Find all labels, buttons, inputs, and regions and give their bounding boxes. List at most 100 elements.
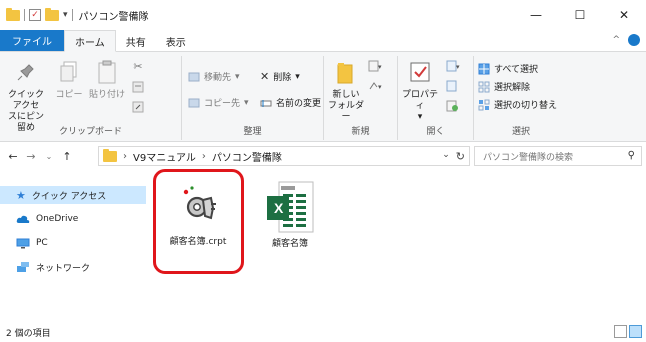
collapse-ribbon-icon[interactable]: ^ (612, 35, 620, 45)
forward-icon[interactable]: → (22, 150, 40, 163)
file-name: 顧客名簿.crpt (169, 237, 227, 247)
select-group-label: 選択 (511, 127, 530, 137)
open-group: プロパティ ▾ ▾ 開く (398, 56, 474, 140)
search-placeholder: パソコン警備隊の検索 (483, 152, 574, 163)
delete-button[interactable]: ✕ 削除 ▾ (260, 70, 300, 83)
invert-selection-button[interactable]: 選択の切り替え (478, 98, 557, 111)
tab-share[interactable]: 共有 (116, 31, 156, 51)
new-item-icon[interactable]: ▾ (368, 60, 382, 72)
history-icon[interactable] (446, 100, 460, 112)
edit-icon[interactable] (446, 80, 460, 92)
breadcrumb-item[interactable]: パソコン警備隊 (212, 149, 282, 164)
copy-to-icon (188, 98, 200, 107)
nav-item-label: クイック アクセス (31, 191, 107, 202)
details-view-icon[interactable] (614, 325, 627, 338)
large-icons-view-icon[interactable] (629, 325, 642, 338)
copy-to-label: コピー先 (204, 99, 241, 109)
navigation-pane: ★ クイック アクセス OneDrive PC ネットワーク (0, 170, 150, 322)
breadcrumb-item[interactable]: V9マニュアル (133, 149, 196, 164)
new-folder-label-1: 新しい (332, 90, 360, 100)
select-none-icon (478, 81, 490, 92)
tab-file[interactable]: ファイル (0, 30, 64, 51)
new-folder-label-2: フォルダー (327, 101, 364, 122)
copy-to-button[interactable]: コピー先 ▾ (188, 96, 249, 109)
properties-label: プロパティ (401, 90, 438, 111)
pin-icon (13, 58, 39, 86)
tab-home[interactable]: ホーム (64, 30, 116, 52)
minimize-button[interactable]: — (514, 0, 558, 30)
copy-path-icon[interactable] (132, 81, 144, 93)
clipboard-group: クイック アクセ スにピン留め コピー 貼り付け ✂ クリップボード (0, 56, 182, 140)
dropdown-icon: ▾ (235, 71, 240, 82)
rename-button[interactable]: 名前の変更 (260, 96, 321, 109)
new-folder-quick-icon[interactable] (45, 7, 59, 21)
copy-label: コピー (55, 90, 83, 100)
nav-item-label: OneDrive (36, 214, 79, 224)
pin-quick-access-button[interactable]: クイック アクセ スにピン留め (4, 58, 48, 134)
address-row: ← → ⌄ ↑ › V9マニュアル › パソコン警備隊 ⌄ ↻ パソコン警備隊の… (0, 143, 646, 169)
computer-icon (16, 238, 30, 248)
nav-item-network[interactable]: ネットワーク (14, 258, 148, 276)
move-to-button[interactable]: 移動先 ▾ (188, 70, 240, 83)
address-bar[interactable]: › V9マニュアル › パソコン警備隊 ⌄ ↻ (98, 146, 470, 166)
file-item-encrypted[interactable]: 顧客名簿.crpt (158, 176, 238, 247)
folder-icon (6, 7, 20, 21)
ribbon-tabs: ファイル ホーム 共有 表示 ^ (0, 30, 646, 52)
pin-label-line-1: クイック アクセ (7, 90, 44, 111)
new-group: 新しい フォルダー ▾ ▾ 新規 (324, 56, 398, 140)
nav-item-onedrive[interactable]: OneDrive (14, 210, 148, 228)
dropdown-icon: ▾ (244, 97, 249, 108)
new-group-label: 新規 (351, 127, 370, 137)
maximize-button[interactable]: ☐ (558, 0, 602, 30)
new-small-icons: ▾ ▾ (368, 60, 382, 92)
properties-button[interactable]: プロパティ ▾ (398, 58, 442, 123)
address-dropdown-icon[interactable]: ⌄ (442, 150, 450, 163)
move-to-icon (188, 72, 200, 81)
delete-label: 削除 (273, 73, 292, 83)
invert-selection-label: 選択の切り替え (494, 101, 558, 111)
search-input[interactable]: パソコン警備隊の検索 ⚲ (474, 146, 642, 166)
organize-group-label: 整理 (243, 127, 262, 137)
svg-text:▾: ▾ (378, 63, 382, 71)
svg-text:▾: ▾ (456, 63, 460, 71)
nav-item-quick-access[interactable]: ★ クイック アクセス (0, 186, 146, 204)
clipboard-group-label: クリップボード (58, 127, 122, 137)
nav-item-pc[interactable]: PC (14, 234, 148, 252)
refresh-icon[interactable]: ↻ (456, 150, 465, 163)
invert-selection-icon (478, 99, 490, 110)
window-title: パソコン警備隊 (78, 11, 149, 23)
close-button[interactable]: ✕ (602, 0, 646, 30)
help-icon[interactable] (628, 34, 640, 46)
tab-view[interactable]: 表示 (156, 31, 196, 51)
select-all-button[interactable]: すべて選択 (478, 62, 538, 75)
open-icon[interactable]: ▾ (446, 60, 460, 72)
network-icon (17, 262, 29, 272)
search-icon: ⚲ (627, 150, 635, 161)
paste-shortcut-icon[interactable] (132, 101, 144, 113)
clipboard-small-icons: ✂ (132, 60, 144, 113)
cut-icon[interactable]: ✂ (133, 60, 142, 73)
delete-icon: ✕ (260, 70, 270, 83)
nav-item-label: PC (36, 238, 48, 248)
cloud-icon (16, 215, 30, 223)
breadcrumb-separator-icon: › (123, 150, 127, 162)
rename-icon (260, 99, 272, 107)
up-icon[interactable]: ↑ (58, 150, 76, 163)
recent-locations-icon[interactable]: ⌄ (40, 152, 58, 161)
svg-text:X: X (274, 200, 284, 216)
back-icon[interactable]: ← (4, 150, 22, 163)
star-icon: ★ (16, 188, 26, 202)
customize-toolbar-icon[interactable]: ▾ (63, 10, 68, 20)
easy-access-icon[interactable]: ▾ (368, 80, 382, 92)
copy-button[interactable]: コピー (54, 58, 84, 101)
select-group: すべて選択 選択解除 選択の切り替え 選択 (474, 56, 568, 140)
select-none-button[interactable]: 選択解除 (478, 80, 530, 93)
file-list: 顧客名簿.crpt X 顧客名簿 (150, 169, 646, 322)
file-item-excel[interactable]: X 顧客名簿 (250, 176, 330, 249)
paste-button[interactable]: 貼り付け (88, 58, 126, 101)
select-none-label: 選択解除 (494, 83, 531, 93)
new-folder-button[interactable]: 新しい フォルダー (326, 58, 366, 123)
properties-quick-icon[interactable]: ✓ (29, 9, 41, 21)
title-bar: ✓ ▾ パソコン警備隊 — ☐ ✕ (0, 0, 646, 30)
file-name: 顧客名簿 (271, 239, 308, 249)
